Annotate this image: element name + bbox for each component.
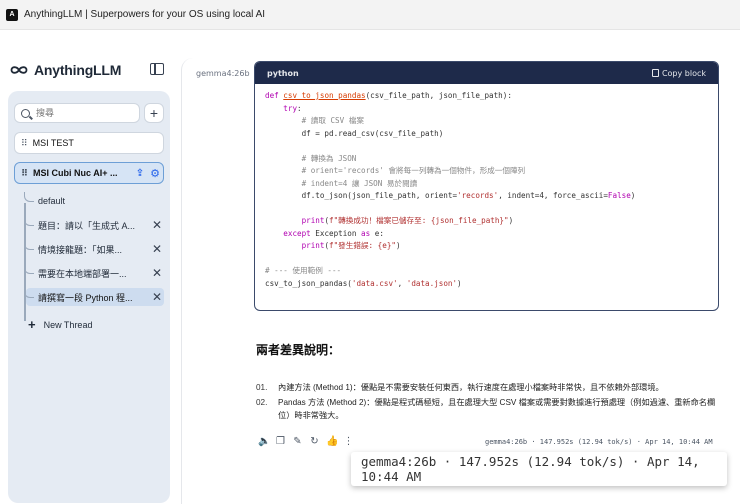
list-item: 02. Pandas 方法 (Method 2)：優點是程式碼極短，且在處理大型… [256,396,716,422]
refresh-icon[interactable]: ↻ [309,436,320,447]
thread-branch [24,240,34,250]
copy-block-button[interactable]: Copy block [651,68,706,78]
thread-branch [24,264,34,274]
app-logo-icon: A [6,8,18,21]
close-icon[interactable]: ✕ [150,242,164,256]
new-thread-label: New Thread [43,319,93,330]
thumbs-up-icon[interactable]: 👍 [326,436,338,447]
code-language: python [267,68,299,78]
message-metadata: gemma4:26b · 147.952s (12.94 tok/s) · Ap… [485,438,713,446]
new-thread-button[interactable]: + New Thread [28,317,92,332]
list-number: 01. [256,383,268,392]
top-bar [0,30,740,58]
drag-handle-icon[interactable]: ⠿ [21,138,28,149]
close-icon[interactable]: ✕ [150,218,164,232]
copy-icon [651,69,659,77]
thread-label: 請撰寫一段 Python 程... [38,292,133,303]
thread-label: 題目：請以「生成式 A... [38,220,136,231]
thread-label: 需要在本地端部署一... [38,268,127,279]
section-heading: 兩者差異說明： [256,343,341,357]
list-item: 01. 內建方法 (Method 1)：優點是不需要安裝任何東西，執行速度在處理… [256,381,716,394]
anythingllm-logo-icon [10,66,28,74]
chat-area: gemma4:26b python Copy block def csv_to_… [181,58,740,504]
new-workspace-button[interactable]: + [144,103,164,123]
more-options-icon[interactable]: ⋮ [343,436,354,447]
code-header: python Copy block [255,62,718,84]
list-text: Pandas 方法 (Method 2)：優點是程式碼極短，且在處理大型 CSV… [278,398,716,420]
gear-icon[interactable]: ⚙ [147,167,163,180]
brand: AnythingLLM [10,60,121,80]
workspace-item-msi-cubi[interactable]: ⠿ MSI Cubi Nuc AI+ ... ⇪ ⚙ [14,162,164,184]
thread-item[interactable]: 情境接龍題：「如果... ✕ [24,240,164,258]
close-icon[interactable]: ✕ [150,290,164,304]
search-icon [21,108,30,118]
thread-branch [24,192,34,202]
window-title: AnythingLLM | Superpowers for your OS us… [24,9,266,20]
thread-label: default [38,196,66,206]
list-number: 02. [256,398,268,407]
copy-label: Copy block [661,68,706,78]
workspace-name: MSI TEST [32,138,74,148]
thread-item[interactable]: 題目：請以「生成式 A... ✕ [24,216,164,234]
workspace-panel: + ⠿ MSI TEST ⠿ MSI Cubi Nuc AI+ ... ⇪ ⚙ … [8,91,170,503]
list-text: 內建方法 (Method 1)：優點是不需要安裝任何東西，執行速度在處理小檔案時… [278,383,664,392]
plus-icon: + [28,317,36,332]
message-actions: 🔈 ❐ ✎ ↻ 👍 ⋮ [258,436,360,447]
thread-label: 情境接龍題：「如果... [38,244,123,255]
sidebar: AnythingLLM + ⠿ MSI TEST ⠿ MSI Cubi Nuc … [0,58,180,504]
thread-branch [24,288,34,298]
code-block: python Copy block def csv_to_json_pandas… [254,61,719,311]
upload-icon[interactable]: ⇪ [133,168,147,179]
thread-item-default[interactable]: default [24,192,164,210]
sidebar-toggle-icon[interactable] [150,63,164,75]
thread-item-active[interactable]: 請撰寫一段 Python 程... ✕ [24,288,164,306]
model-tag: gemma4:26b [196,69,250,78]
thread-item[interactable]: 需要在本地端部署一... ✕ [24,264,164,282]
workspace-name: MSI Cubi Nuc AI+ ... [33,168,118,178]
code-content: def csv_to_json_pandas(csv_file_path, js… [265,91,636,288]
drag-handle-icon[interactable]: ⠿ [21,168,28,179]
thread-branch [24,216,34,226]
brand-name: AnythingLLM [34,62,122,78]
difference-list: 01. 內建方法 (Method 1)：優點是不需要安裝任何東西，執行速度在處理… [256,381,716,424]
window-titlebar: A AnythingLLM | Superpowers for your OS … [0,0,740,30]
search-box[interactable] [14,103,140,123]
metadata-tooltip: gemma4:26b · 147.952s (12.94 tok/s) · Ap… [351,452,727,486]
close-icon[interactable]: ✕ [150,266,164,280]
copy-icon[interactable]: ❐ [275,436,286,447]
edit-icon[interactable]: ✎ [292,436,303,447]
search-input[interactable] [36,108,126,118]
speaker-icon[interactable]: 🔈 [258,436,270,447]
workspace-item-msi-test[interactable]: ⠿ MSI TEST [14,132,164,154]
